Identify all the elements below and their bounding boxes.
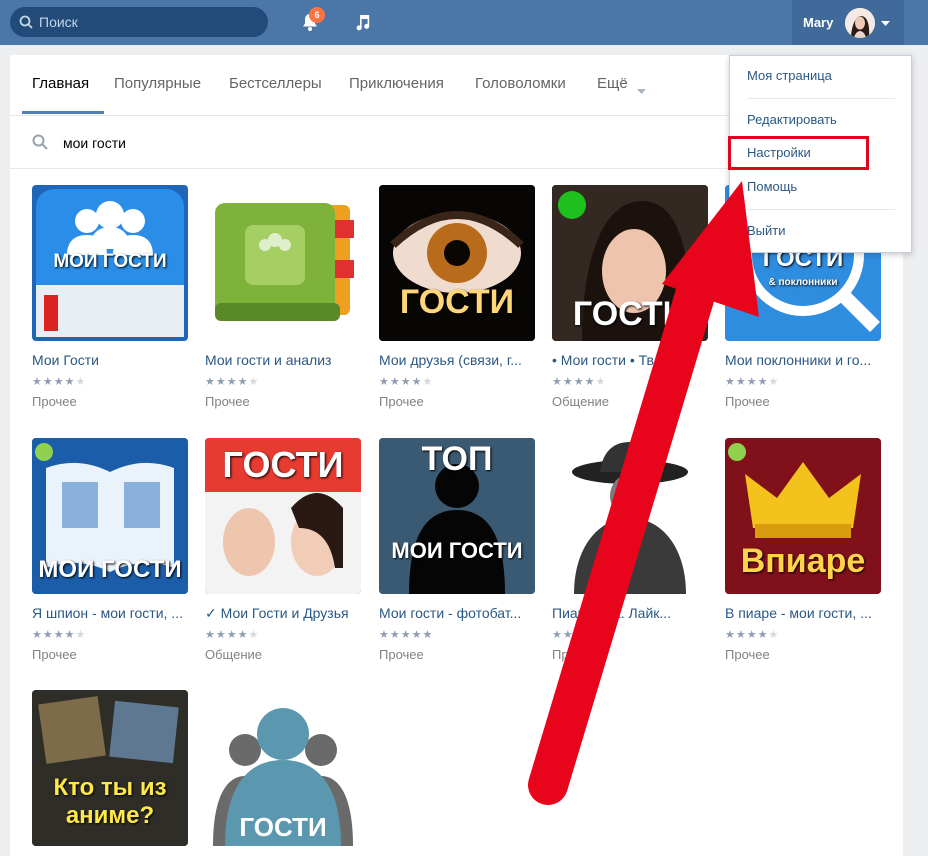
arrow-shaft: [528, 242, 725, 805]
arrow-annotation: [528, 181, 759, 805]
